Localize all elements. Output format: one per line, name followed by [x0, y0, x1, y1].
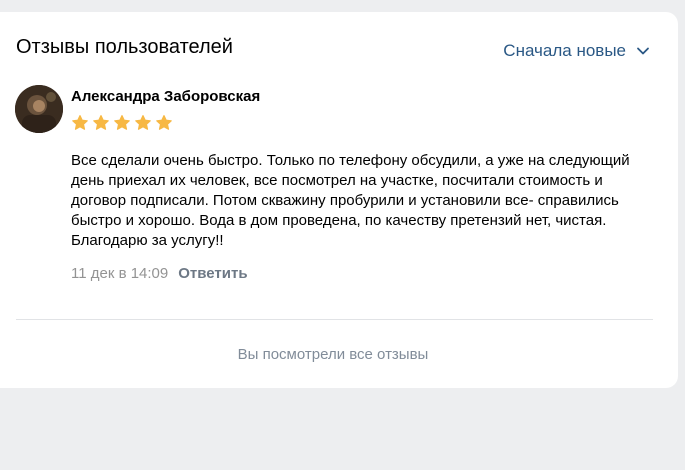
star-icon: [72, 115, 88, 130]
chevron-down-icon[interactable]: [636, 44, 650, 58]
star-icon: [156, 115, 172, 130]
review-timestamp[interactable]: 11 дек в 14:09: [71, 265, 168, 282]
reviews-title: Отзывы пользователей: [16, 36, 233, 58]
user-avatar[interactable]: [15, 85, 63, 133]
reply-button[interactable]: Ответить: [178, 265, 247, 282]
star-icon: [135, 115, 151, 130]
rating-stars: [71, 114, 173, 132]
sort-label[interactable]: Сначала новые: [503, 41, 626, 61]
star-icon: [93, 115, 109, 130]
reviews-card: Отзывы пользователей Сначала новые Алекс…: [0, 12, 678, 388]
sort-dropdown[interactable]: Сначала новые: [503, 41, 650, 61]
review-meta: 11 дек в 14:09 Ответить: [71, 265, 248, 282]
reviewer-name[interactable]: Александра Заборовская: [71, 88, 260, 105]
star-icon: [114, 115, 130, 130]
review-text: Все сделали очень быстро. Только по теле…: [71, 152, 630, 249]
divider: [16, 319, 653, 320]
all-reviews-viewed-message: Вы посмотрели все отзывы: [237, 346, 429, 363]
